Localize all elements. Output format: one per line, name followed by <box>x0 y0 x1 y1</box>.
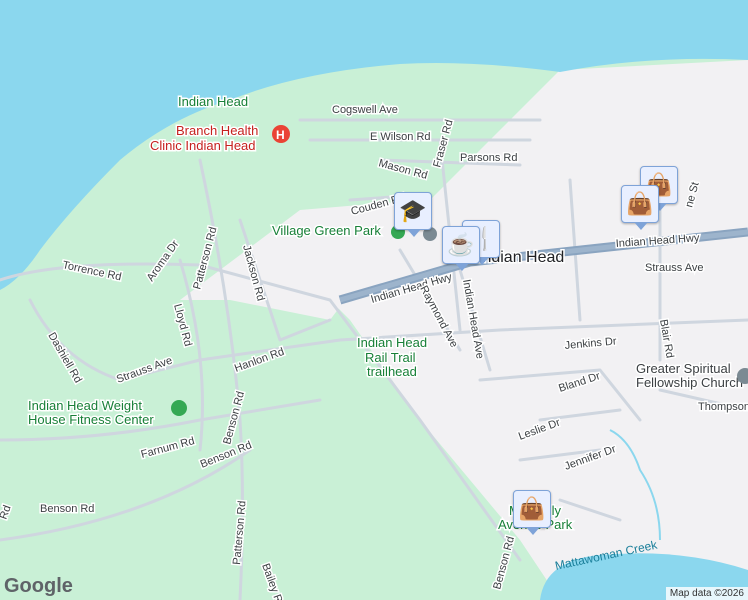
graduation-cap-icon[interactable]: 🎓 <box>394 192 432 237</box>
clinic-label[interactable]: Branch Health <box>175 122 260 140</box>
pin-glyph: 👜 <box>626 191 654 216</box>
rail-trail-label[interactable]: trailhead <box>366 363 419 381</box>
road-label: Thompson <box>698 401 748 413</box>
pin-glyph: 🎓 <box>399 198 427 223</box>
coffee-icon[interactable]: ☕ <box>442 226 480 271</box>
shopping-bag-icon[interactable]: 👜 <box>621 185 659 230</box>
place-label: Indian Head <box>178 94 248 109</box>
fitness-icon[interactable] <box>171 400 187 416</box>
church-label[interactable]: Greater Spiritual <box>635 360 733 378</box>
pin-glyph: ☕ <box>447 232 475 257</box>
fitness-label[interactable]: House Fitness Center <box>27 411 156 429</box>
road-label: Cogswell Ave <box>332 104 398 116</box>
village-green-label[interactable]: Village Green Park <box>271 222 383 240</box>
attribution[interactable]: Map data ©2026 <box>665 587 748 600</box>
shopping-bag-icon[interactable]: 👜 <box>513 490 551 535</box>
google-logo[interactable]: Google <box>4 575 73 598</box>
church-label[interactable]: Fellowship Church <box>635 374 745 392</box>
clinic-label[interactable]: Clinic Indian Head <box>149 137 258 155</box>
rail-trail-label[interactable]: Indian Head <box>356 334 429 352</box>
map-canvas[interactable]: Indian Head Branch Health Clinic Indian … <box>0 0 748 600</box>
road-label: Strauss Ave <box>645 262 704 274</box>
road-label: Benson Rd <box>40 503 94 515</box>
road-label: E Wilson Rd <box>370 131 431 143</box>
rail-trail-label[interactable]: Rail Trail <box>364 349 418 367</box>
fitness-label[interactable]: Indian Head Weight <box>27 397 144 415</box>
hospital-glyph: H <box>276 128 285 142</box>
road-label: Parsons Rd <box>460 152 517 164</box>
pin-glyph: 👜 <box>518 496 546 521</box>
